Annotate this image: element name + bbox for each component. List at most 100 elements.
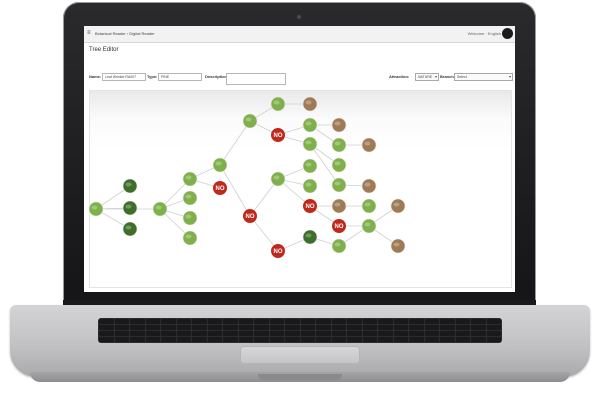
- key: [409, 331, 424, 336]
- bark-photo-node[interactable]: [390, 198, 406, 214]
- no-node[interactable]: NO: [213, 181, 227, 195]
- key: [300, 331, 315, 336]
- leaf-photo-node[interactable]: [242, 113, 258, 129]
- photo-highlight: [91, 205, 98, 210]
- no-node[interactable]: NO: [303, 199, 317, 213]
- no-node[interactable]: NO: [243, 209, 257, 223]
- key: [238, 337, 253, 342]
- no-node[interactable]: NO: [332, 219, 346, 233]
- key: [424, 319, 439, 324]
- key: [316, 331, 331, 336]
- screen: ≡ Botanical Reader › Digital Reader Welc…: [84, 26, 515, 292]
- key: [130, 319, 145, 324]
- photo-highlight: [185, 194, 192, 199]
- leaf-photo-node[interactable]: [152, 201, 168, 217]
- leaf-photo-node[interactable]: [212, 157, 228, 173]
- key: [114, 331, 129, 336]
- key: [114, 337, 129, 342]
- key: [331, 325, 346, 330]
- key: [331, 337, 346, 342]
- photo-highlight: [334, 242, 341, 247]
- key: [99, 337, 114, 342]
- key: [176, 337, 191, 342]
- leaf-photo-node[interactable]: [302, 158, 318, 174]
- leaf-photo-node[interactable]: [122, 178, 138, 194]
- key: [238, 319, 253, 324]
- leaf-photo-node[interactable]: [302, 229, 318, 245]
- leaf-photo-node[interactable]: [331, 137, 347, 153]
- bark-photo-node[interactable]: [331, 117, 347, 133]
- leaf-photo-node[interactable]: [270, 96, 286, 112]
- key: [269, 331, 284, 336]
- leaf-photo-node[interactable]: [331, 157, 347, 173]
- leaf-photo-node[interactable]: [122, 221, 138, 237]
- photo-highlight: [393, 242, 400, 247]
- photo-highlight: [305, 182, 312, 187]
- photo-highlight: [364, 182, 371, 187]
- key: [223, 331, 238, 336]
- bark-photo-node[interactable]: [302, 96, 318, 112]
- key: [114, 319, 129, 324]
- key: [409, 337, 424, 342]
- key: [254, 319, 269, 324]
- no-node-label: NO: [306, 204, 315, 210]
- no-node[interactable]: NO: [271, 244, 285, 258]
- key: [347, 337, 362, 342]
- no-node[interactable]: NO: [271, 128, 285, 142]
- key: [331, 319, 346, 324]
- photo-highlight: [334, 161, 341, 166]
- bark-photo-node[interactable]: [361, 178, 377, 194]
- key: [238, 325, 253, 330]
- key: [471, 337, 486, 342]
- key: [347, 331, 362, 336]
- key: [99, 325, 114, 330]
- leaf-photo-node[interactable]: [361, 198, 377, 214]
- key: [378, 319, 393, 324]
- bark-photo-node[interactable]: [390, 238, 406, 254]
- leaf-photo-node[interactable]: [182, 210, 198, 226]
- photo-highlight: [305, 140, 312, 145]
- key: [130, 325, 145, 330]
- key: [254, 325, 269, 330]
- keyboard: [98, 318, 502, 343]
- key: [130, 331, 145, 336]
- key: [471, 331, 486, 336]
- leaf-photo-node[interactable]: [270, 171, 286, 187]
- key: [269, 337, 284, 342]
- leaf-photo-node[interactable]: [182, 230, 198, 246]
- key: [207, 325, 222, 330]
- laptop-notch: [258, 374, 342, 380]
- key: [424, 337, 439, 342]
- no-node-label: NO: [335, 224, 344, 230]
- key: [223, 325, 238, 330]
- leaf-photo-node[interactable]: [331, 177, 347, 193]
- key: [192, 325, 207, 330]
- leaf-photo-node[interactable]: [302, 178, 318, 194]
- leaf-photo-node[interactable]: [302, 136, 318, 152]
- decision-tree: NO NO NO NO NO NO: [88, 96, 406, 258]
- leaf-photo-node[interactable]: [361, 218, 377, 234]
- leaf-photo-node[interactable]: [182, 190, 198, 206]
- key: [99, 319, 114, 324]
- leaf-photo-node[interactable]: [302, 117, 318, 133]
- leaf-photo-node[interactable]: [122, 200, 138, 216]
- trackpad: [240, 346, 360, 364]
- leaf-photo-node[interactable]: [182, 171, 198, 187]
- leaf-photo-node[interactable]: [88, 201, 104, 217]
- key: [424, 325, 439, 330]
- key: [393, 331, 408, 336]
- key: [393, 319, 408, 324]
- bark-photo-node[interactable]: [361, 137, 377, 153]
- key: [285, 319, 300, 324]
- photo-highlight: [364, 222, 371, 227]
- key: [362, 337, 377, 342]
- key: [161, 331, 176, 336]
- photo-highlight: [155, 205, 162, 210]
- leaf-photo-node[interactable]: [331, 238, 347, 254]
- key: [223, 319, 238, 324]
- bark-photo-node[interactable]: [331, 198, 347, 214]
- photo-highlight: [305, 100, 312, 105]
- key: [455, 337, 470, 342]
- no-node-label: NO: [274, 133, 283, 139]
- key: [486, 325, 501, 330]
